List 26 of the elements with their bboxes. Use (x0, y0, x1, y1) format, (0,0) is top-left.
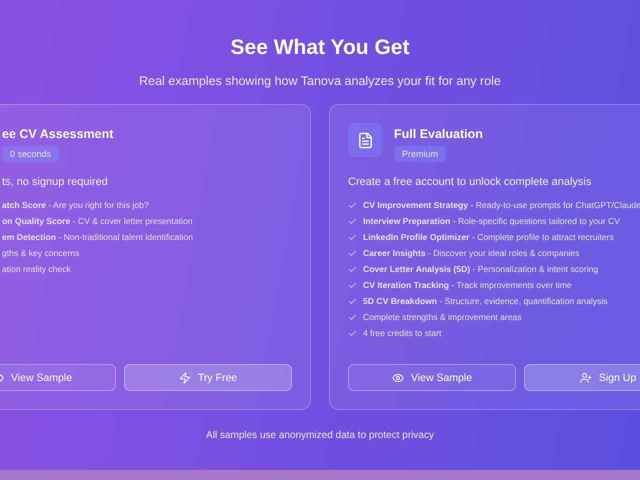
feature-text: LinkedIn Profile Optimizer - Complete profile to attract recruiters (363, 232, 614, 242)
card-title: ee CV Assessment (2, 127, 114, 141)
card-badge: 0 seconds (2, 146, 60, 162)
feature-text: Complete strengths & improvement areas (363, 312, 522, 322)
feature-text: ation reality check (2, 264, 71, 274)
card-button[interactable]: View Sample (0, 364, 116, 391)
card-title: Full Evaluation (394, 127, 483, 141)
feature-text: Interview Preparation - Role-specific questions tailored to your CV (363, 216, 620, 226)
feature-text: atch Score - Are you right for this job? (2, 200, 149, 210)
section-heading: See What You Get (230, 36, 410, 60)
card-intro: Create a free account to unlock complete analysis (348, 176, 592, 188)
feature-text: Cover Letter Analysis (5D) - Personalization & intent scoring (363, 264, 598, 274)
privacy-note: All samples use anonymized data to protect privacy (206, 430, 434, 441)
card-button[interactable]: View Sample (348, 364, 516, 391)
feature-text: CV Iteration Tracking - Track improvements over time (363, 280, 572, 290)
feature-text: Career Insights - Discover your ideal roles & companies (363, 248, 580, 258)
card-button[interactable]: Try Free (124, 364, 292, 391)
feature-text: 4 free credits to start (363, 328, 442, 338)
card-badge: Premium (394, 146, 446, 162)
feature-text: 5D CV Breakdown - Structure, evidence, quantification analysis (363, 296, 608, 306)
feature-text: em Detection - Non-traditional talent identification (2, 232, 194, 242)
feature-text: on Quality Score - CV & cover letter presentation (2, 216, 193, 226)
card-intro: ts, no signup required (2, 176, 109, 188)
feature-text: gths & key concerns (2, 248, 80, 258)
section-subheading: Real examples showing how Tanova analyzes your fit for any role (139, 74, 501, 88)
card-button[interactable]: Sign Up (524, 364, 640, 391)
